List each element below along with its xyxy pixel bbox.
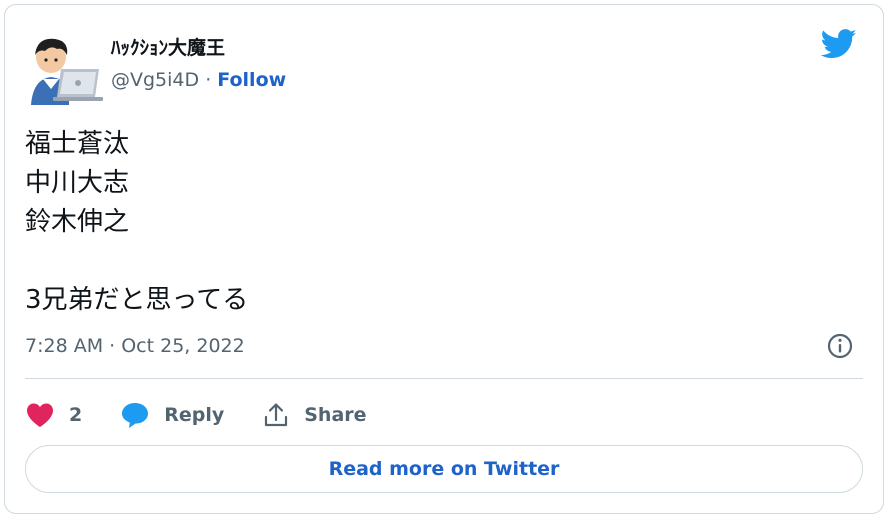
tweet-timestamp[interactable]: 7:28 AM · Oct 25, 2022 [25, 333, 245, 359]
divider [25, 378, 863, 379]
follow-link[interactable]: Follow [217, 69, 286, 91]
tweet-card: ﾊｯｸｼｮﾝ大魔王 @Vg5i4D · Follow 福士蒼汰 中川大志 鈴木伸… [4, 4, 884, 514]
heart-icon [27, 403, 53, 427]
share-button[interactable]: Share [262, 401, 367, 429]
reply-label: Reply [164, 404, 225, 426]
display-name[interactable]: ﾊｯｸｼｮﾝ大魔王 [111, 35, 286, 61]
tweet-text: 福士蒼汰 中川大志 鈴木伸之 3兄弟だと思ってる [25, 129, 249, 315]
share-upload-icon [265, 403, 288, 427]
tweet-actions: 2 Reply Share [25, 397, 367, 433]
handle-row: @Vg5i4D · Follow [111, 67, 286, 93]
like-button[interactable]: 2 [25, 402, 82, 428]
read-more-button[interactable]: Read more on Twitter [25, 445, 863, 493]
info-icon[interactable] [825, 331, 855, 361]
share-label: Share [304, 404, 367, 426]
speech-bubble-icon [122, 403, 149, 428]
tweet-author: ﾊｯｸｼｮﾝ大魔王 @Vg5i4D · Follow [111, 35, 286, 93]
handle-separator: · [199, 69, 218, 91]
like-count: 2 [69, 404, 83, 426]
person-at-laptop-avatar-icon[interactable] [25, 27, 105, 107]
reply-button[interactable]: Reply [120, 401, 224, 429]
user-handle[interactable]: @Vg5i4D [111, 69, 199, 91]
twitter-bird-icon[interactable] [821, 29, 857, 59]
